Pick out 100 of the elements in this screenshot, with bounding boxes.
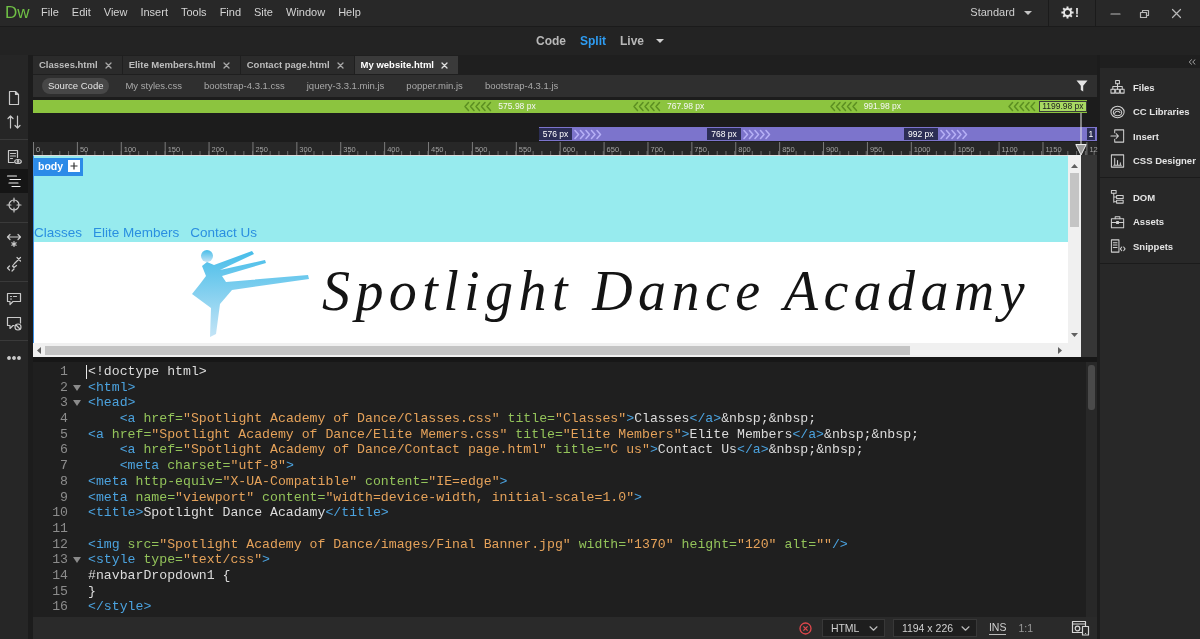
chevron-down-icon [868, 625, 878, 631]
code-line: <a href="Spotlight Academy of Dance/Classes.css" title="Classes">Classes</a>&nbsp;&nbsp; [118, 411, 817, 427]
scrollbar-thumb[interactable] [1070, 173, 1079, 227]
breakpoint-label[interactable]: 576 px [538, 128, 573, 140]
line-number: 1 [59, 364, 68, 380]
indent-lines-icon[interactable] [6, 173, 22, 189]
related-file-tab[interactable]: popper.min.js [400, 78, 469, 94]
insert-mode-toggle[interactable]: INS [988, 621, 1007, 635]
code-line: <style type="text/css"> [88, 552, 271, 568]
close-icon[interactable] [336, 61, 344, 69]
close-icon[interactable] [104, 61, 112, 69]
code-line: </style> [88, 599, 152, 615]
view-mode-tab[interactable]: Split [573, 33, 613, 49]
panel-tab[interactable]: Insert [1133, 130, 1159, 142]
scroll-down-icon[interactable] [1071, 333, 1078, 337]
line-number: 4 [59, 411, 68, 427]
panel-tab[interactable]: CSS Designer [1133, 155, 1196, 167]
code-line: <meta name="viewport" content="width=device-width, initial-scale=1.0"> [88, 489, 642, 506]
fold-arrow-icon[interactable] [73, 384, 81, 391]
panel-tab[interactable]: Files [1133, 81, 1155, 93]
settings-button[interactable]: ! [1061, 5, 1079, 21]
fold-arrow-icon[interactable] [73, 400, 81, 407]
line-number: 3 [59, 395, 68, 412]
workspace-dropdown[interactable]: Standard [970, 6, 1032, 20]
box-arrow-icon[interactable] [1110, 128, 1126, 145]
related-file-tab[interactable]: bootstrap-4.3.1.css [197, 78, 291, 94]
code-line: } [88, 583, 96, 600]
resize-arrows-icon[interactable] [6, 232, 22, 248]
menu-item[interactable]: File [34, 6, 66, 20]
code-line: <img src="Spotlight Academy of Dance/images/Final Banner.jpg" width="1370" height="120" alt=""/> [88, 536, 848, 553]
menu-item[interactable]: Tools [174, 6, 214, 20]
viewport-handle[interactable] [1075, 113, 1088, 156]
scroll-up-icon[interactable] [1071, 164, 1078, 168]
chevrons-icon [1008, 101, 1038, 112]
panel-tab[interactable]: Assets [1133, 216, 1165, 228]
comment-icon[interactable] [6, 291, 22, 307]
filter-icon[interactable] [1076, 80, 1088, 92]
scroll-left-icon[interactable] [37, 346, 41, 354]
breakpoint-label[interactable]: 1 [1086, 128, 1096, 140]
error-icon[interactable] [798, 621, 812, 635]
chart-box-icon[interactable] [1110, 152, 1126, 169]
chevrons-icon [829, 101, 859, 112]
tree-icon[interactable] [1110, 189, 1126, 206]
wand-icon[interactable] [6, 256, 22, 272]
panel-tab[interactable]: CC Libraries [1133, 106, 1190, 118]
sort-arrows-icon[interactable] [6, 114, 22, 130]
list-eye-icon[interactable] [6, 149, 22, 165]
briefcase-icon[interactable] [1110, 213, 1126, 230]
code-line: <a href="Spotlight Academy of Dance/Contact page.html" title="C us">Contact Us</a>&nbsp;&nbsp; [118, 442, 864, 459]
line-number: 5 [59, 426, 68, 443]
document-tab[interactable]: Contact page.html [240, 56, 354, 74]
restore-icon[interactable] [1139, 7, 1150, 19]
menu-item[interactable]: View [97, 6, 134, 20]
panel-tab[interactable]: Snippets [1133, 240, 1174, 252]
collapse-icon[interactable] [1188, 58, 1196, 65]
chevrons-icon [632, 101, 662, 112]
menu-item[interactable]: Window [279, 6, 332, 20]
file-icon[interactable] [6, 90, 22, 106]
menu-item[interactable]: Edit [65, 6, 98, 20]
breakpoint-label[interactable]: 992 px [903, 128, 938, 140]
code-line: <meta charset="utf-8"> [118, 458, 294, 474]
code-line: <!doctype html> [88, 364, 207, 380]
document-tab[interactable]: My website.html [354, 56, 458, 74]
close-icon[interactable] [1171, 7, 1182, 19]
related-file-tab[interactable]: My styles.css [119, 78, 188, 94]
line-number: 15 [51, 583, 68, 600]
scrollbar-track[interactable] [1086, 362, 1097, 617]
scrollbar-thumb[interactable] [45, 345, 910, 355]
close-icon[interactable] [222, 61, 230, 69]
gear-icon [1061, 6, 1074, 20]
menu-item[interactable]: Site [247, 6, 280, 20]
breakpoint-label[interactable]: 1199.98 px [1039, 101, 1087, 112]
view-mode-tab[interactable]: Code [529, 33, 573, 49]
crosshair-icon[interactable] [6, 197, 22, 213]
line-number: 2 [59, 379, 68, 396]
scrollbar-thumb[interactable] [1088, 365, 1095, 410]
language-dropdown[interactable]: HTML [821, 619, 885, 637]
element-tag-button[interactable]: body [34, 158, 84, 176]
hierarchy-icon[interactable] [1110, 79, 1126, 96]
line-number: 7 [59, 458, 68, 474]
menu-item[interactable]: Find [213, 6, 248, 20]
related-file-tab[interactable]: bootstrap-4.3.1.js [478, 78, 565, 94]
code-doc-icon[interactable] [1110, 238, 1126, 255]
fold-arrow-icon[interactable] [73, 557, 81, 564]
document-tab[interactable]: Classes.html [33, 56, 122, 74]
toolbar-button[interactable] [0, 169, 28, 193]
comment-blocked-icon[interactable] [6, 315, 22, 331]
window-size-dropdown[interactable]: 1194 x 226 [892, 619, 977, 637]
rings-icon[interactable] [1110, 103, 1126, 120]
related-file-tab[interactable]: Source Code [42, 78, 110, 94]
menu-item[interactable]: Help [331, 6, 368, 20]
add-icon[interactable] [68, 160, 81, 173]
panel-tab[interactable]: DOM [1133, 191, 1156, 203]
menu-item[interactable]: Insert [133, 6, 175, 20]
related-file-tab[interactable]: jquery-3.3.1.min.js [300, 78, 391, 94]
view-mode-tab[interactable]: Live [613, 33, 671, 49]
document-tab[interactable]: Elite Members.html [122, 56, 240, 74]
scroll-right-icon[interactable] [1058, 346, 1062, 354]
breakpoint-label[interactable]: 768 px [707, 128, 741, 140]
device-preview-icon[interactable] [1071, 620, 1091, 636]
